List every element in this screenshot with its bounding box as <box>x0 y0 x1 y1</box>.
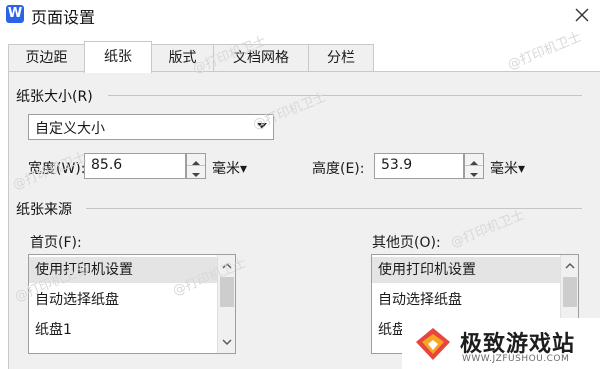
height-input[interactable]: 53.9 <box>374 153 464 179</box>
scroll-down-icon[interactable] <box>221 337 233 347</box>
arrow-down-icon <box>470 173 478 177</box>
close-icon <box>575 8 589 22</box>
height-increment-button[interactable] <box>465 154 483 166</box>
tab-columns[interactable]: 分栏 <box>308 44 374 72</box>
width-decrement-button[interactable] <box>187 166 205 178</box>
first-page-label: 首页(F): <box>30 235 82 251</box>
paper-size-section-label: 纸张大小(R) <box>16 89 93 105</box>
height-value: 53.9 <box>381 157 413 173</box>
scrollbar-thumb[interactable] <box>220 277 234 307</box>
width-increment-button[interactable] <box>187 154 205 166</box>
width-input[interactable]: 85.6 <box>84 153 186 179</box>
width-value: 85.6 <box>91 157 123 173</box>
other-pages-label: 其他页(O): <box>372 235 441 251</box>
height-label: 高度(E): <box>312 161 365 177</box>
scroll-up-icon[interactable] <box>564 261 576 271</box>
height-spinner[interactable] <box>464 153 484 179</box>
paper-source-section-label: 纸张来源 <box>16 202 72 218</box>
close-button[interactable] <box>570 3 594 27</box>
title-bar: W 页面设置 <box>0 0 600 30</box>
paper-size-selected: 自定义大小 <box>35 121 105 137</box>
site-watermark-badge: 极致游戏站 WWW.JZFUSHOU.COM <box>402 318 600 369</box>
height-decrement-button[interactable] <box>465 166 483 178</box>
brand-url: WWW.JZFUSHOU.COM <box>462 354 570 364</box>
list-item[interactable]: 纸盘1 <box>29 317 217 343</box>
tab-paper[interactable]: 纸张 <box>84 41 152 73</box>
list-item[interactable]: 使用打印机设置 <box>372 257 560 283</box>
arrow-down-icon <box>192 173 200 177</box>
scrollbar-thumb[interactable] <box>563 277 577 307</box>
wps-writer-app-icon: W <box>6 5 24 23</box>
width-spinner[interactable] <box>186 153 206 179</box>
width-unit-dropdown[interactable]: 毫米▾ <box>212 158 247 178</box>
dialog-title: 页面设置 <box>31 8 96 27</box>
paper-size-divider <box>108 95 582 96</box>
height-unit-dropdown[interactable]: 毫米▾ <box>490 158 525 178</box>
paper-size-select[interactable]: 自定义大小 <box>28 114 274 140</box>
tab-margins[interactable]: 页边距 <box>8 44 85 72</box>
brand-logo-icon <box>416 328 450 360</box>
list-item[interactable]: 自动选择纸盘 <box>372 287 560 313</box>
